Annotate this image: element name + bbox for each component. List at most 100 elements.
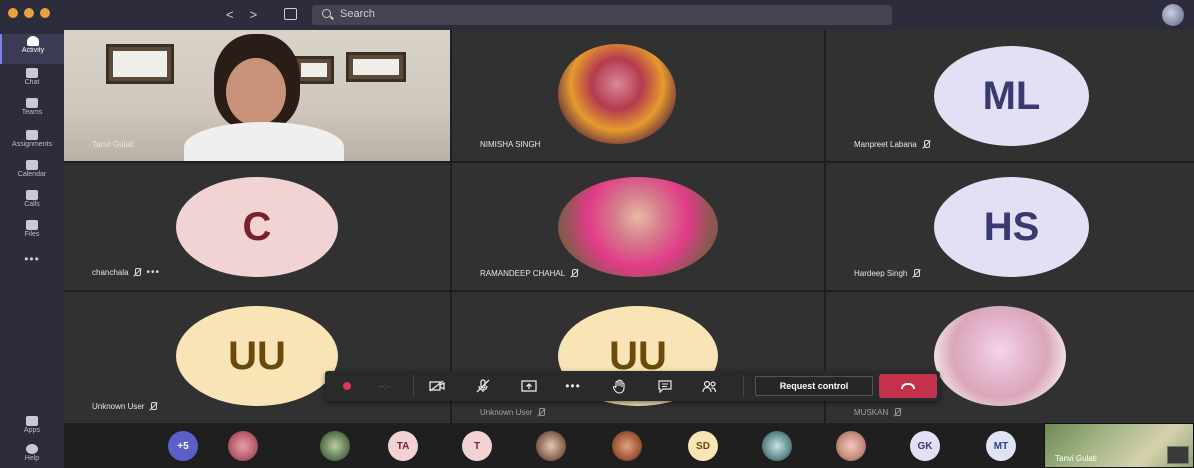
participant-tile-manpreet[interactable]: ML Manpreet Labana <box>826 30 1194 161</box>
back-arrow-icon[interactable]: < <box>226 7 234 22</box>
rail-item-apps[interactable]: Apps <box>0 414 64 444</box>
participant-avatar-photo[interactable] <box>612 431 642 461</box>
participant-avatar-photo[interactable] <box>320 431 350 461</box>
hang-up-icon <box>901 383 915 389</box>
shared-content-thumbnail[interactable]: Tanvi Gulati <box>1044 423 1194 468</box>
hang-up-button[interactable] <box>879 374 937 398</box>
participant-avatar-initials[interactable]: MT <box>986 431 1016 461</box>
apps-icon <box>26 416 38 426</box>
participants-button[interactable] <box>695 371 723 401</box>
participant-tile-unknown-1[interactable]: UU Unknown User <box>64 292 450 423</box>
more-actions-button[interactable]: ••• <box>559 371 587 401</box>
window-controls[interactable] <box>8 8 50 18</box>
participant-photo <box>934 306 1066 406</box>
raise-hand-button[interactable] <box>605 371 633 401</box>
mic-off-icon <box>570 269 579 278</box>
participant-avatar-photo[interactable] <box>536 431 566 461</box>
mic-toggle-button[interactable] <box>469 371 497 401</box>
rail-item-label: Activity <box>21 47 45 54</box>
chat-button[interactable] <box>651 371 679 401</box>
participant-name: chanchala ••• <box>92 267 160 278</box>
chat-icon <box>26 68 38 78</box>
calendar-icon <box>26 160 38 170</box>
rail-item-help[interactable]: Help <box>0 442 64 468</box>
rail-item-assignments[interactable]: Assignments <box>0 128 64 158</box>
teams-icon <box>26 98 38 108</box>
initials-avatar: UU <box>176 306 338 406</box>
participant-avatar-initials[interactable]: TA <box>388 431 418 461</box>
record-icon <box>343 382 351 390</box>
mic-off-icon <box>537 408 546 417</box>
participant-avatar-initials[interactable]: GK <box>910 431 940 461</box>
file-icon <box>26 220 38 230</box>
raise-hand-icon <box>612 378 625 394</box>
rail-item-chat[interactable]: Chat <box>0 66 64 96</box>
search-box[interactable] <box>312 5 892 25</box>
participant-tile-nimisha[interactable]: NIMISHA SINGH <box>452 30 824 161</box>
self-view-preview[interactable] <box>1167 446 1189 464</box>
participant-name: Hardeep Singh <box>854 269 921 278</box>
rail-item-label: Files <box>24 231 40 238</box>
maximize-window-dot[interactable] <box>40 8 50 18</box>
participant-avatar-photo[interactable] <box>836 431 866 461</box>
participant-photo <box>558 44 676 144</box>
rail-more-button[interactable]: ••• <box>0 252 64 266</box>
camera-toggle-button[interactable] <box>423 371 451 401</box>
participant-strip: +5 TA T SD GK MT Tanvi Gulati <box>64 423 1194 468</box>
participant-tile-ramandeep[interactable]: RAMANDEEP CHAHAL <box>452 163 824 290</box>
rail-item-label: Assignments <box>11 141 53 148</box>
rail-item-label: Calendar <box>17 171 47 178</box>
call-timer: --:-- <box>378 381 392 391</box>
person-face <box>226 58 286 126</box>
chat-icon <box>658 379 672 393</box>
rail-item-teams[interactable]: Teams <box>0 96 64 126</box>
rail-item-activity[interactable]: Activity <box>0 34 64 64</box>
initials-avatar: ML <box>934 46 1089 146</box>
minimize-window-dot[interactable] <box>24 8 34 18</box>
wall-frame-left <box>106 44 174 84</box>
mic-off-icon <box>149 402 158 411</box>
nav-arrows: < > <box>226 7 257 22</box>
initials-avatar: HS <box>934 177 1089 277</box>
shared-content-presenter: Tanvi Gulati <box>1055 454 1097 463</box>
participant-tile-unknown-2[interactable]: UU Unknown User <box>452 292 824 423</box>
participant-avatar-initials[interactable]: T <box>462 431 492 461</box>
bell-icon <box>27 36 39 46</box>
participant-avatar-photo[interactable] <box>228 431 258 461</box>
participants-icon <box>701 380 716 392</box>
search-input[interactable] <box>340 8 880 20</box>
forward-arrow-icon[interactable]: > <box>250 7 258 22</box>
call-controls-bar: --:-- ••• Request control <box>325 371 940 401</box>
participant-photo <box>558 177 718 277</box>
wall-frame-middle <box>294 56 334 84</box>
overflow-participants-chip[interactable]: +5 <box>168 431 198 461</box>
rail-item-label: Help <box>24 455 40 462</box>
divider <box>743 375 744 397</box>
record-button[interactable] <box>335 371 359 401</box>
participant-tile-tanvi[interactable]: Tanvi Gulati <box>64 30 450 161</box>
participant-tile-chanchala[interactable]: C chanchala ••• <box>64 163 450 290</box>
wall-frame-right <box>346 52 406 82</box>
rail-item-files[interactable]: Files <box>0 218 64 248</box>
request-control-button[interactable]: Request control <box>755 376 873 396</box>
rail-item-label: Calls <box>24 201 40 208</box>
camera-off-icon <box>429 380 445 392</box>
rail-item-calls[interactable]: Calls <box>0 188 64 218</box>
participant-tile-hardeep[interactable]: HS Hardeep Singh <box>826 163 1194 290</box>
rail-item-label: Apps <box>24 427 40 434</box>
participant-avatar-photo[interactable] <box>762 431 792 461</box>
participant-avatar-initials[interactable]: SD <box>688 431 718 461</box>
participant-name: Unknown User <box>92 402 158 411</box>
phone-icon <box>26 190 38 200</box>
participant-name: Unknown User <box>480 408 546 417</box>
divider <box>413 375 414 397</box>
share-screen-button[interactable] <box>515 371 543 401</box>
mic-off-icon <box>476 379 490 393</box>
compose-icon[interactable] <box>284 8 297 20</box>
profile-avatar[interactable] <box>1162 4 1184 26</box>
more-options-icon[interactable]: ••• <box>146 267 160 278</box>
app-rail: Activity Chat Teams Assignments Calendar… <box>0 30 64 468</box>
rail-item-calendar[interactable]: Calendar <box>0 158 64 188</box>
participant-tile-muskan[interactable]: MUSKAN <box>826 292 1194 423</box>
close-window-dot[interactable] <box>8 8 18 18</box>
